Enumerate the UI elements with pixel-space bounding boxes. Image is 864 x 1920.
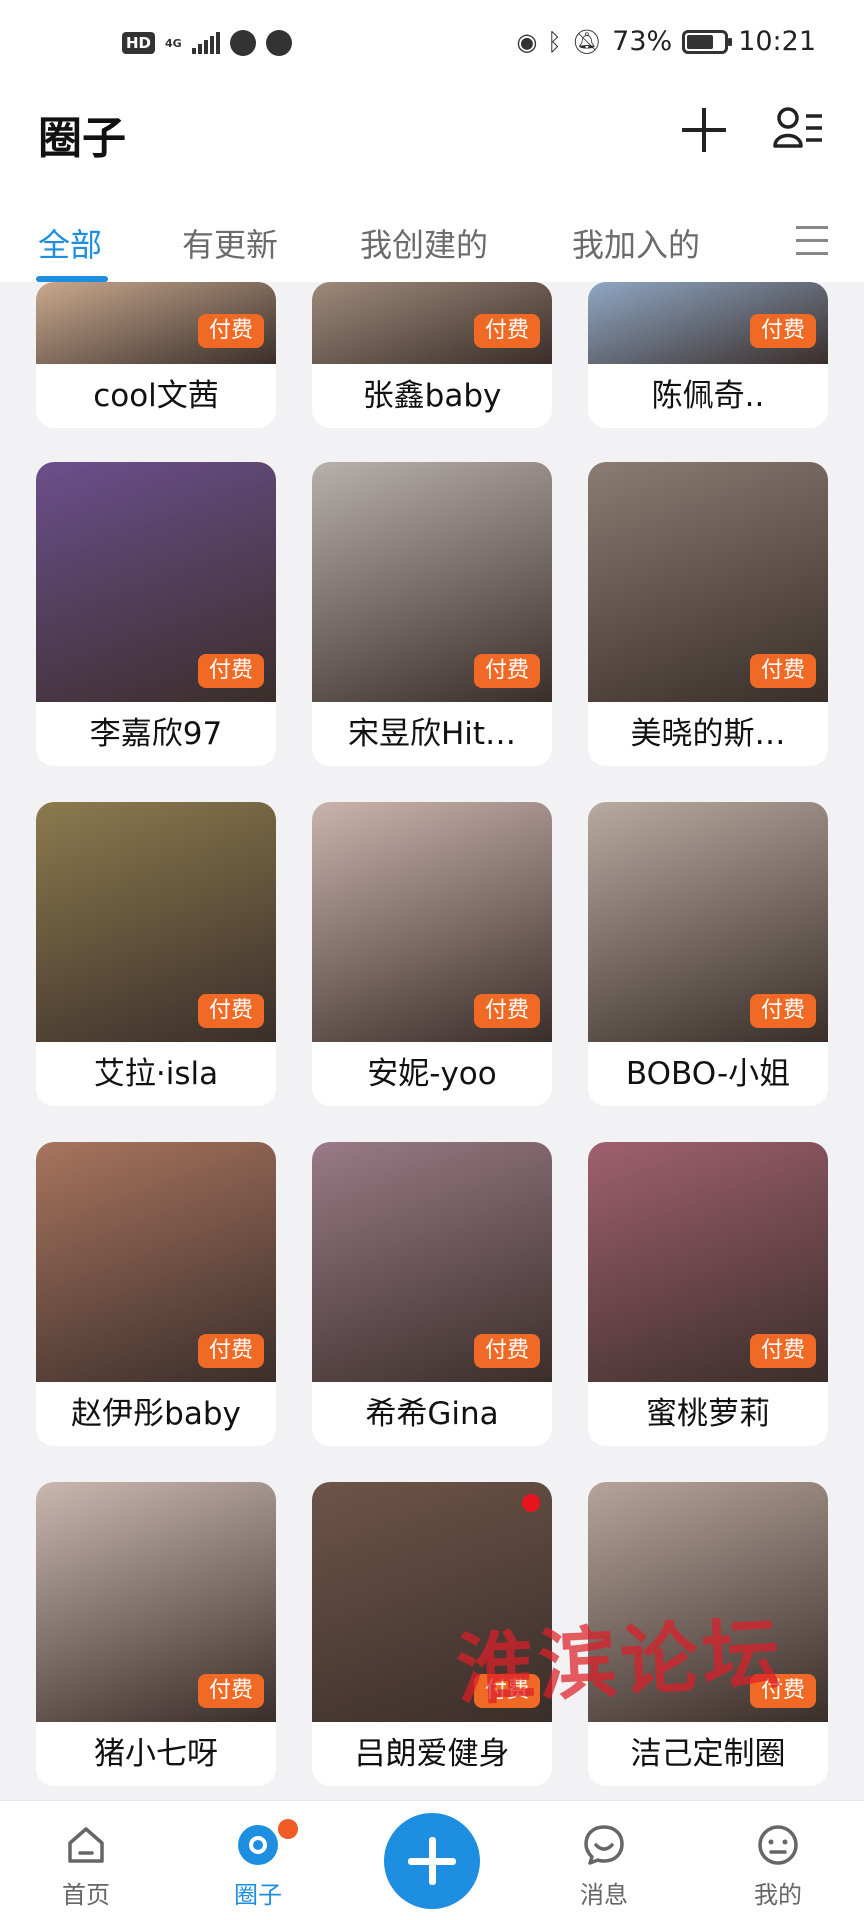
circle-name: BOBO-小姐 [625,1056,791,1092]
hd-label: HD [122,32,156,54]
circle-card[interactable]: 付费美晓的斯… [588,462,828,766]
sports-ball-icon [265,30,292,56]
circle-name: 艾拉·isla [93,1056,219,1092]
page-title: 圈子 [38,113,126,164]
app-header: 圈子 [0,96,864,206]
paid-badge: 付费 [197,314,264,348]
circle-icon [238,1825,278,1865]
circle-name: 张鑫baby [362,378,502,414]
circle-cover-image: 付费 [36,282,276,364]
circle-card[interactable]: 付费蜜桃萝莉 [588,1142,828,1446]
circle-cover-image: 付费 [312,802,552,1042]
circle-cover-image: 付费 [36,1142,276,1382]
circle-card[interactable]: 付费 BOBO-小姐 [588,802,828,1106]
nav-circles-label: 圈子 [234,1881,282,1909]
network-type: 4G [165,36,182,50]
circle-card[interactable]: 付费艾拉·isla [36,802,276,1106]
paid-badge: 付费 [197,1674,264,1708]
circle-name: 陈佩奇.. [651,378,765,414]
circle-cover-image: 付费 [312,282,552,364]
circle-grid: 付费 cool文茜 付费 张鑫baby 付费 陈佩奇.. 付费 李嘉欣97 付费 宋昱欣Hit… 付… [0,282,864,1800]
circle-name: 宋昱欣Hit… [347,716,517,752]
unread-dot [522,1494,540,1512]
circle-cover-image: 付费 [36,462,276,702]
circle-cover-image: 付费 [588,282,828,364]
circle-card[interactable]: 付费 cool文茜 [36,282,276,428]
circle-card[interactable]: 付费希希Gina [312,1142,552,1446]
nav-circles-badge [278,1819,298,1839]
tab-updated[interactable]: 有更新 [182,220,278,266]
circle-cover-image: 付费 [312,462,552,702]
circle-card[interactable]: 付费张鑫baby [312,282,552,428]
circle-name: 赵伊彤baby [71,1396,241,1432]
qq-icon [229,30,256,56]
paid-badge: 付费 [197,994,264,1028]
circle-card[interactable]: 付费李嘉欣97 [36,462,276,766]
clock: 10:21 [738,26,816,57]
bottom-nav: 首页 圈子 消息 我的 [0,1800,864,1920]
nav-home[interactable]: 首页 [26,1801,146,1920]
circle-cover-image: 付费 [588,802,828,1042]
circle-cover-image: 付费 [36,1482,276,1722]
circle-card[interactable]: 付费宋昱欣Hit… [312,462,552,766]
add-icon[interactable] [680,106,728,154]
circle-card[interactable]: 付费猪小七呀 [36,1482,276,1786]
paid-badge: 付费 [473,1334,540,1368]
paid-badge: 付费 [473,314,540,348]
paid-badge: 付费 [197,1334,264,1368]
circle-name: 美晓的斯… [630,716,786,752]
tab-joined[interactable]: 我加入的 [572,220,700,266]
circle-card[interactable]: 付费陈佩奇.. [588,282,828,428]
battery-percent: 73% [612,26,673,57]
paid-badge: 付费 [749,654,816,688]
message-icon [584,1825,624,1865]
tab-menu-icon[interactable] [796,224,828,258]
circle-cover-image: 付费 [588,1142,828,1382]
paid-badge: 付费 [749,314,816,348]
circle-name: 洁己定制圈 [630,1736,786,1772]
circle-name: 蜜桃萝莉 [646,1396,770,1432]
battery-icon [682,29,733,54]
circle-name: 吕朗爱健身 [354,1736,510,1772]
nav-home-label: 首页 [62,1881,110,1909]
paid-badge: 付费 [473,994,540,1028]
status-left: HD 4G [122,30,292,56]
paid-badge: 付费 [197,654,264,688]
circle-cover-image: 付费 [588,462,828,702]
battery-level [687,34,714,49]
tab-bar: 全部 有更新 我创建的 我加入的 [0,206,864,282]
circle-name: 安妮-yoo [367,1056,497,1092]
nav-circles[interactable]: 圈子 [198,1801,318,1920]
signal-icon [191,32,220,54]
nav-profile[interactable]: 我的 [718,1801,838,1920]
home-icon [68,1827,104,1863]
tab-created[interactable]: 我创建的 [360,220,488,266]
nav-messages-label: 消息 [580,1881,628,1909]
circle-cover-image: 付费 [312,1142,552,1382]
circle-name: 猪小七呀 [94,1736,218,1772]
paid-badge: 付费 [749,1334,816,1368]
paid-badge: 付费 [749,994,816,1028]
circle-name: 李嘉欣97 [89,716,223,752]
circle-card[interactable]: 付费安妮-yoo [312,802,552,1106]
status-bar: HD 4G ◉ ᛒ 🔕︎ 73% 10:21 [0,0,864,96]
circle-card[interactable]: 付费赵伊彤baby [36,1142,276,1446]
paid-badge: 付费 [473,654,540,688]
create-fab-button[interactable] [384,1813,480,1909]
circle-cover-image: 付费 [36,802,276,1042]
circle-name: 希希Gina [365,1396,499,1432]
bluetooth-icon: ᛒ [547,27,562,56]
tab-all[interactable]: 全部 [38,220,102,266]
eye-icon: ◉ [516,27,538,56]
status-right: ◉ ᛒ 🔕︎ 73% 10:21 [516,26,816,57]
mute-bell-icon: 🔕︎ [571,27,603,56]
watermark: 淮滨论坛 [454,1608,787,1717]
profile-icon [758,1825,798,1865]
nav-profile-label: 我的 [754,1881,802,1909]
manage-circles-icon[interactable] [772,106,824,154]
circle-name: cool文茜 [93,378,219,414]
nav-messages[interactable]: 消息 [544,1801,664,1920]
